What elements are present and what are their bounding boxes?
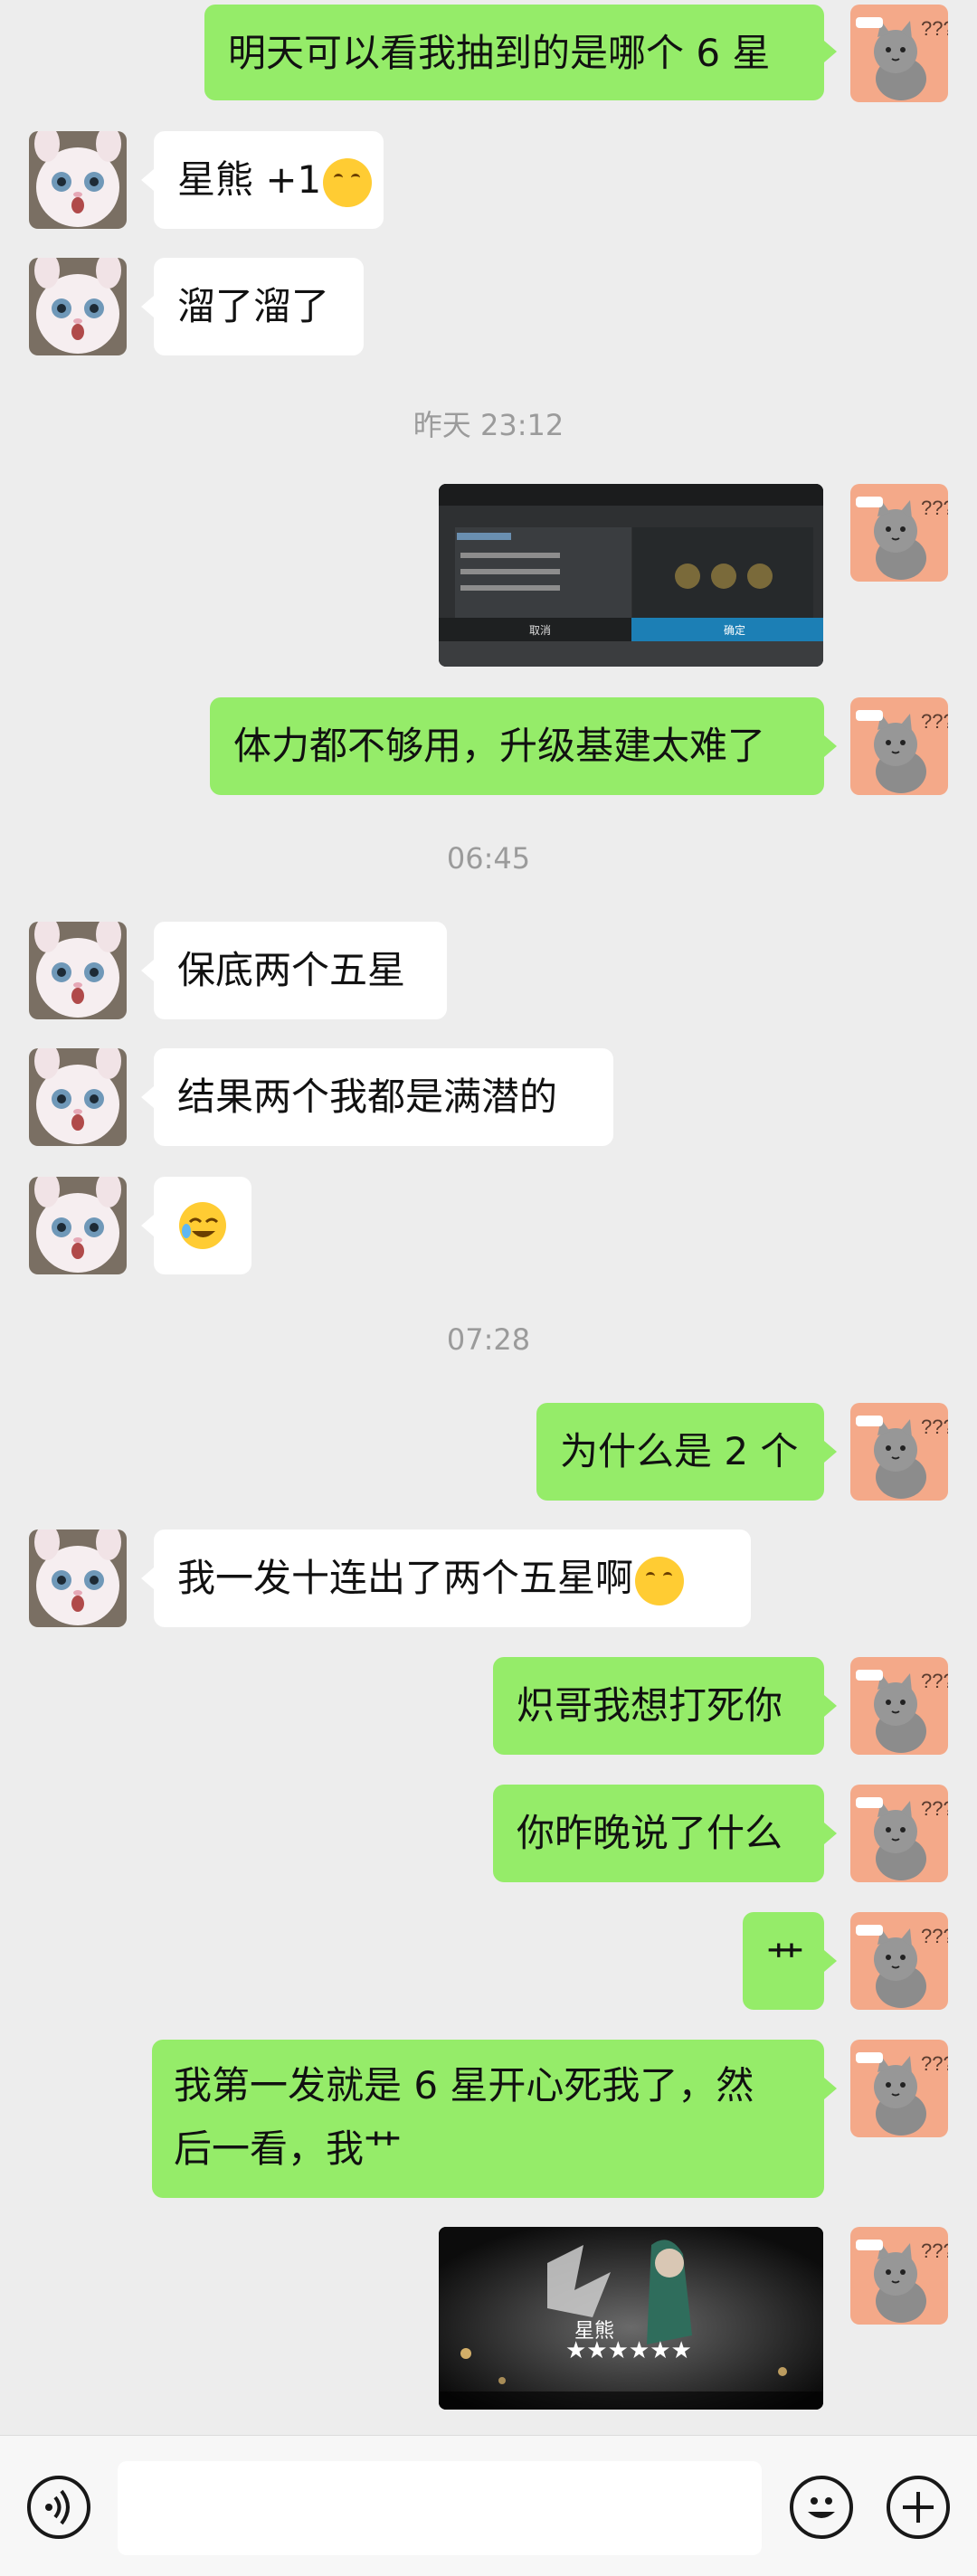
bubble-tail [141, 1567, 154, 1589]
message-text: 为什么是 2 个 [560, 1429, 799, 1473]
message-text: 星熊 +1 [177, 157, 322, 202]
self-avatar[interactable] [850, 697, 948, 795]
message-text: 你昨晚说了什么 [517, 1811, 783, 1855]
contact-avatar[interactable] [29, 258, 127, 355]
confirm-label: 确定 [724, 623, 745, 637]
bubble-tail [824, 1823, 837, 1844]
message-bubble-other[interactable]: 保底两个五星 [154, 922, 447, 1019]
cancel-label: 取消 [529, 624, 551, 637]
message-text: 结果两个我都是满潜的 [177, 1075, 558, 1119]
bubble-tail [824, 41, 837, 62]
message-text: 我一发十连出了两个五星啊 [177, 1556, 634, 1600]
message-bubble-self[interactable]: 艹 [743, 1912, 824, 2010]
message-text: 溜了溜了 [177, 284, 330, 328]
message-text: 体力都不够用，升级基建太难了 [233, 724, 766, 768]
bubble-tail [141, 1086, 154, 1108]
plus-icon [903, 2492, 934, 2523]
message-text: 艹 [766, 1938, 805, 1983]
image-message-screenshot[interactable]: 取消 确定 [439, 484, 823, 667]
message-text-line: 后一看，我艹 [174, 2126, 403, 2171]
contact-avatar[interactable] [29, 1530, 127, 1627]
crying-laughing-emoji-icon [179, 1202, 226, 1249]
bubble-tail [141, 1215, 154, 1236]
image-message-gacha[interactable]: ★★★★★★ 星熊 [439, 2227, 823, 2410]
self-avatar[interactable] [850, 1912, 948, 2010]
bubble-tail [141, 960, 154, 981]
contact-avatar[interactable] [29, 922, 127, 1019]
flushed-emoji-icon [635, 1556, 685, 1605]
message-text: 明天可以看我抽到的是哪个 6 星 [228, 31, 771, 75]
gacha-result-image: ★★★★★★ 星熊 [439, 2227, 823, 2410]
message-bubble-self[interactable]: 我第一发就是 6 星开心死我了，然 后一看，我艹 [152, 2040, 824, 2198]
self-avatar[interactable] [850, 5, 948, 102]
bubble-tail [824, 2078, 837, 2099]
message-bubble-self[interactable]: 体力都不够用，升级基建太难了 [210, 697, 824, 795]
message-bubble-other[interactable] [154, 1177, 251, 1274]
message-bubble-other[interactable]: 星熊 +1 [154, 131, 384, 229]
bubble-tail [141, 296, 154, 317]
contact-avatar[interactable] [29, 1177, 127, 1274]
self-avatar[interactable] [850, 484, 948, 582]
self-avatar[interactable] [850, 2040, 948, 2137]
chat-input-bar [0, 2435, 977, 2576]
contact-avatar[interactable] [29, 1048, 127, 1146]
message-bubble-self[interactable]: 为什么是 2 个 [536, 1403, 824, 1501]
message-text: 炽哥我想打死你 [517, 1683, 783, 1728]
bubble-tail [824, 735, 837, 757]
self-avatar[interactable] [850, 1657, 948, 1755]
self-avatar[interactable] [850, 1403, 948, 1501]
message-text-line: 我第一发就是 6 星开心死我了，然 [174, 2063, 754, 2107]
message-bubble-other[interactable]: 结果两个我都是满潜的 [154, 1048, 613, 1146]
message-text: 保底两个五星 [177, 948, 406, 992]
message-bubble-self[interactable]: 明天可以看我抽到的是哪个 6 星 [204, 5, 824, 100]
message-bubble-self[interactable]: 炽哥我想打死你 [493, 1657, 824, 1755]
self-avatar[interactable] [850, 1785, 948, 1882]
message-input[interactable] [118, 2461, 762, 2555]
message-bubble-other[interactable]: 我一发十连出了两个五星啊 [154, 1530, 751, 1627]
voice-button[interactable] [27, 2476, 90, 2539]
timestamp: 昨天 23:12 [413, 408, 564, 442]
message-bubble-other[interactable]: 溜了溜了 [154, 258, 364, 355]
bubble-tail [824, 1441, 837, 1463]
bubble-tail [141, 169, 154, 191]
more-button[interactable] [887, 2476, 950, 2539]
operator-name: 星熊 [574, 2320, 614, 2343]
contact-avatar[interactable] [29, 131, 127, 229]
emoji-button[interactable] [790, 2476, 853, 2539]
timestamp: 06:45 [446, 841, 531, 876]
bubble-tail [824, 1950, 837, 1972]
message-bubble-self[interactable]: 你昨晚说了什么 [493, 1785, 824, 1882]
game-screenshot-image: 取消 确定 [439, 484, 823, 667]
emoji-icon [808, 2497, 835, 2518]
voice-icon [45, 2489, 70, 2525]
timestamp: 07:28 [446, 1322, 531, 1357]
bubble-tail [824, 1695, 837, 1717]
self-avatar[interactable] [850, 2227, 948, 2325]
flushed-emoji-icon [323, 157, 373, 207]
